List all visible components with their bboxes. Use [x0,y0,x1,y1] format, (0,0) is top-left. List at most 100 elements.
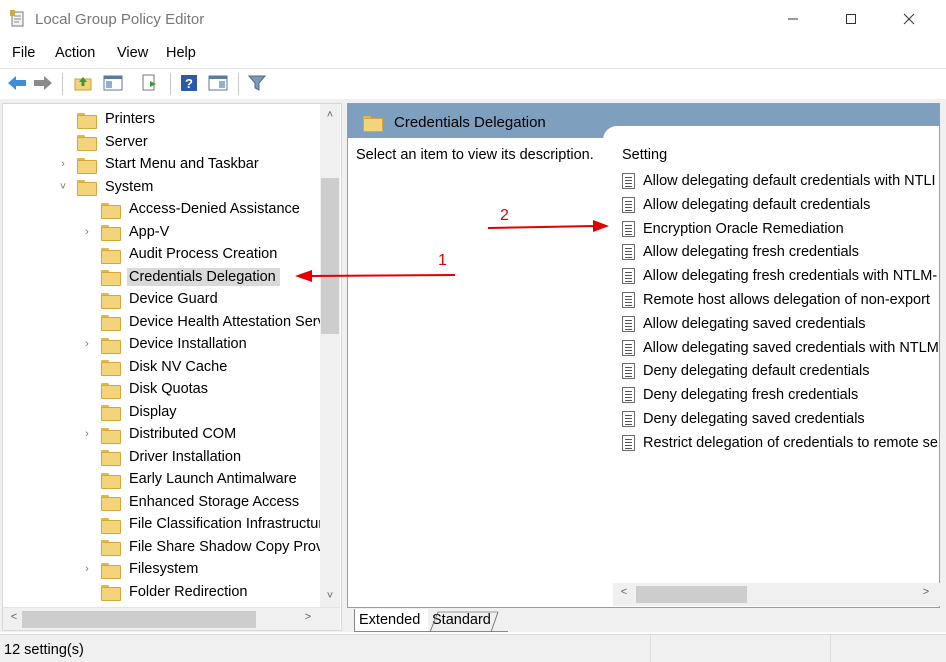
tree-item[interactable]: › Filesystem [85,558,202,580]
forward-button[interactable] [32,73,54,95]
export-list-icon [141,74,159,95]
tree-vertical-scrollbar[interactable]: ˄ ˅ [320,104,340,607]
tree-item-label: Disk Quotas [129,381,208,397]
setting-row[interactable]: Remote host allows delegation of non-exp… [622,289,930,311]
folder-icon [101,584,121,601]
tree-item-label: File Share Shadow Copy Provi [129,538,327,555]
scroll-right-icon[interactable]: > [299,611,317,623]
setting-label: Deny delegating saved credentials [643,411,865,427]
tree-item[interactable]: Enhanced Storage Access [101,491,303,513]
title-bar: Local Group Policy Editor [0,0,946,40]
filter-button[interactable] [246,73,268,95]
setting-row[interactable]: Allow delegating default credentials [622,194,870,216]
minimize-icon [787,12,799,28]
scroll-down-icon[interactable]: ˅ [321,590,339,602]
setting-row[interactable]: Deny delegating saved credentials [622,408,865,430]
show-hide-action-pane-icon [208,75,228,94]
setting-row[interactable]: Allow delegating fresh credentials [622,241,859,263]
menu-action[interactable]: Action [55,45,95,61]
show-hide-action-pane-button[interactable] [207,73,229,95]
scroll-thumb[interactable] [636,586,747,603]
setting-row[interactable]: Encryption Oracle Remediation [622,218,844,240]
header-tab-curve [603,126,939,146]
setting-label: Allow delegating fresh credentials [643,244,860,261]
column-header-setting[interactable]: Setting [622,147,667,163]
folder-icon [101,224,121,241]
chevron-down-icon[interactable]: ˅ [57,181,69,193]
tree-item[interactable]: Printers [77,108,159,130]
setting-row[interactable]: Restrict delegation of credentials to re… [622,432,938,454]
help-button[interactable]: ? [178,73,200,95]
tree-item[interactable]: Access-Denied Assistance [101,198,304,220]
minimize-button[interactable] [770,5,816,35]
status-bar: 12 setting(s) [0,634,946,662]
status-text: 12 setting(s) [4,642,84,658]
menu-view[interactable]: View [117,45,148,61]
tree-item-label: Folder Redirection [129,583,248,600]
tree-item[interactable]: › Device Installation [85,333,251,355]
tree-item[interactable]: Disk Quotas [101,378,212,400]
tree-item[interactable]: File Share Shadow Copy Provi [101,536,330,558]
setting-label: Restrict delegation of credentials to re… [643,434,938,451]
tree-item[interactable]: Credentials Delegation [97,266,280,288]
export-list-button[interactable] [139,73,161,95]
maximize-button[interactable] [828,5,874,35]
tree-item[interactable]: Early Launch Antimalware [101,468,301,490]
tree-item-label: Device Health Attestation Serv [129,313,325,330]
tree-item[interactable]: Audit Process Creation [101,243,281,265]
chevron-right-icon[interactable]: › [81,563,93,575]
menu-file[interactable]: File [12,45,35,61]
scroll-left-icon[interactable]: < [5,611,23,623]
folder-icon [101,314,121,331]
tree-item[interactable]: Driver Installation [101,446,245,468]
scroll-thumb[interactable] [321,178,339,334]
chevron-right-icon[interactable]: › [81,226,93,238]
tree-item[interactable]: File Classification Infrastructur [101,513,327,535]
status-separator [830,635,831,662]
policy-setting-icon [622,434,635,451]
close-button[interactable] [886,5,932,35]
folder-icon [101,494,121,511]
folder-icon [363,115,383,132]
folder-icon [101,427,121,444]
setting-label: Allow delegating saved credentials [643,315,866,332]
tab-outline [429,611,499,633]
setting-row[interactable]: Allow delegating default credentials wit… [622,170,936,192]
tree-item[interactable]: Disk NV Cache [101,356,231,378]
setting-row[interactable]: Deny delegating fresh credentials [622,384,858,406]
details-horizontal-scrollbar[interactable]: < > [613,583,940,606]
scroll-up-icon[interactable]: ˄ [321,109,339,121]
setting-row[interactable]: Allow delegating saved credentials with … [622,337,939,359]
tree-item[interactable]: Device Guard [101,288,222,310]
chevron-right-icon[interactable]: › [81,428,93,440]
tree-item-label: Display [129,403,177,420]
tree-item[interactable]: ˅ System [60,176,157,198]
scroll-right-icon[interactable]: > [917,586,935,598]
tree-item[interactable]: › Start Menu and Taskbar [61,153,263,175]
tree-item-label: Server [105,133,148,150]
back-button[interactable] [6,73,28,95]
tree-item-label: Start Menu and Taskbar [105,156,259,172]
scroll-thumb[interactable] [22,611,256,628]
chevron-right-icon[interactable]: › [57,158,69,170]
maximize-icon [845,12,857,28]
tree-item[interactable]: Folder Redirection [101,581,251,603]
tree-item-label: Access-Denied Assistance [129,201,300,217]
chevron-right-icon[interactable]: › [81,338,93,350]
setting-row[interactable]: Allow delegating fresh credentials with … [622,265,937,287]
show-hide-console-tree-button[interactable] [102,73,124,95]
scroll-left-icon[interactable]: < [615,586,633,598]
close-icon [903,12,915,28]
tree-item[interactable]: Server [77,131,152,153]
folder-icon [101,562,121,579]
menu-help[interactable]: Help [166,45,196,61]
setting-row[interactable]: Allow delegating saved credentials [622,313,865,335]
tree-item[interactable]: › App-V [85,221,173,243]
tree-item[interactable]: Display [101,401,181,423]
up-folder-button[interactable] [72,73,94,95]
tree-horizontal-scrollbar[interactable]: < > [3,607,340,630]
toolbar-separator [62,73,63,95]
setting-row[interactable]: Deny delegating default credentials [622,360,870,382]
tree-item[interactable]: Device Health Attestation Serv [101,311,329,333]
tree-item[interactable]: › Distributed COM [85,423,240,445]
